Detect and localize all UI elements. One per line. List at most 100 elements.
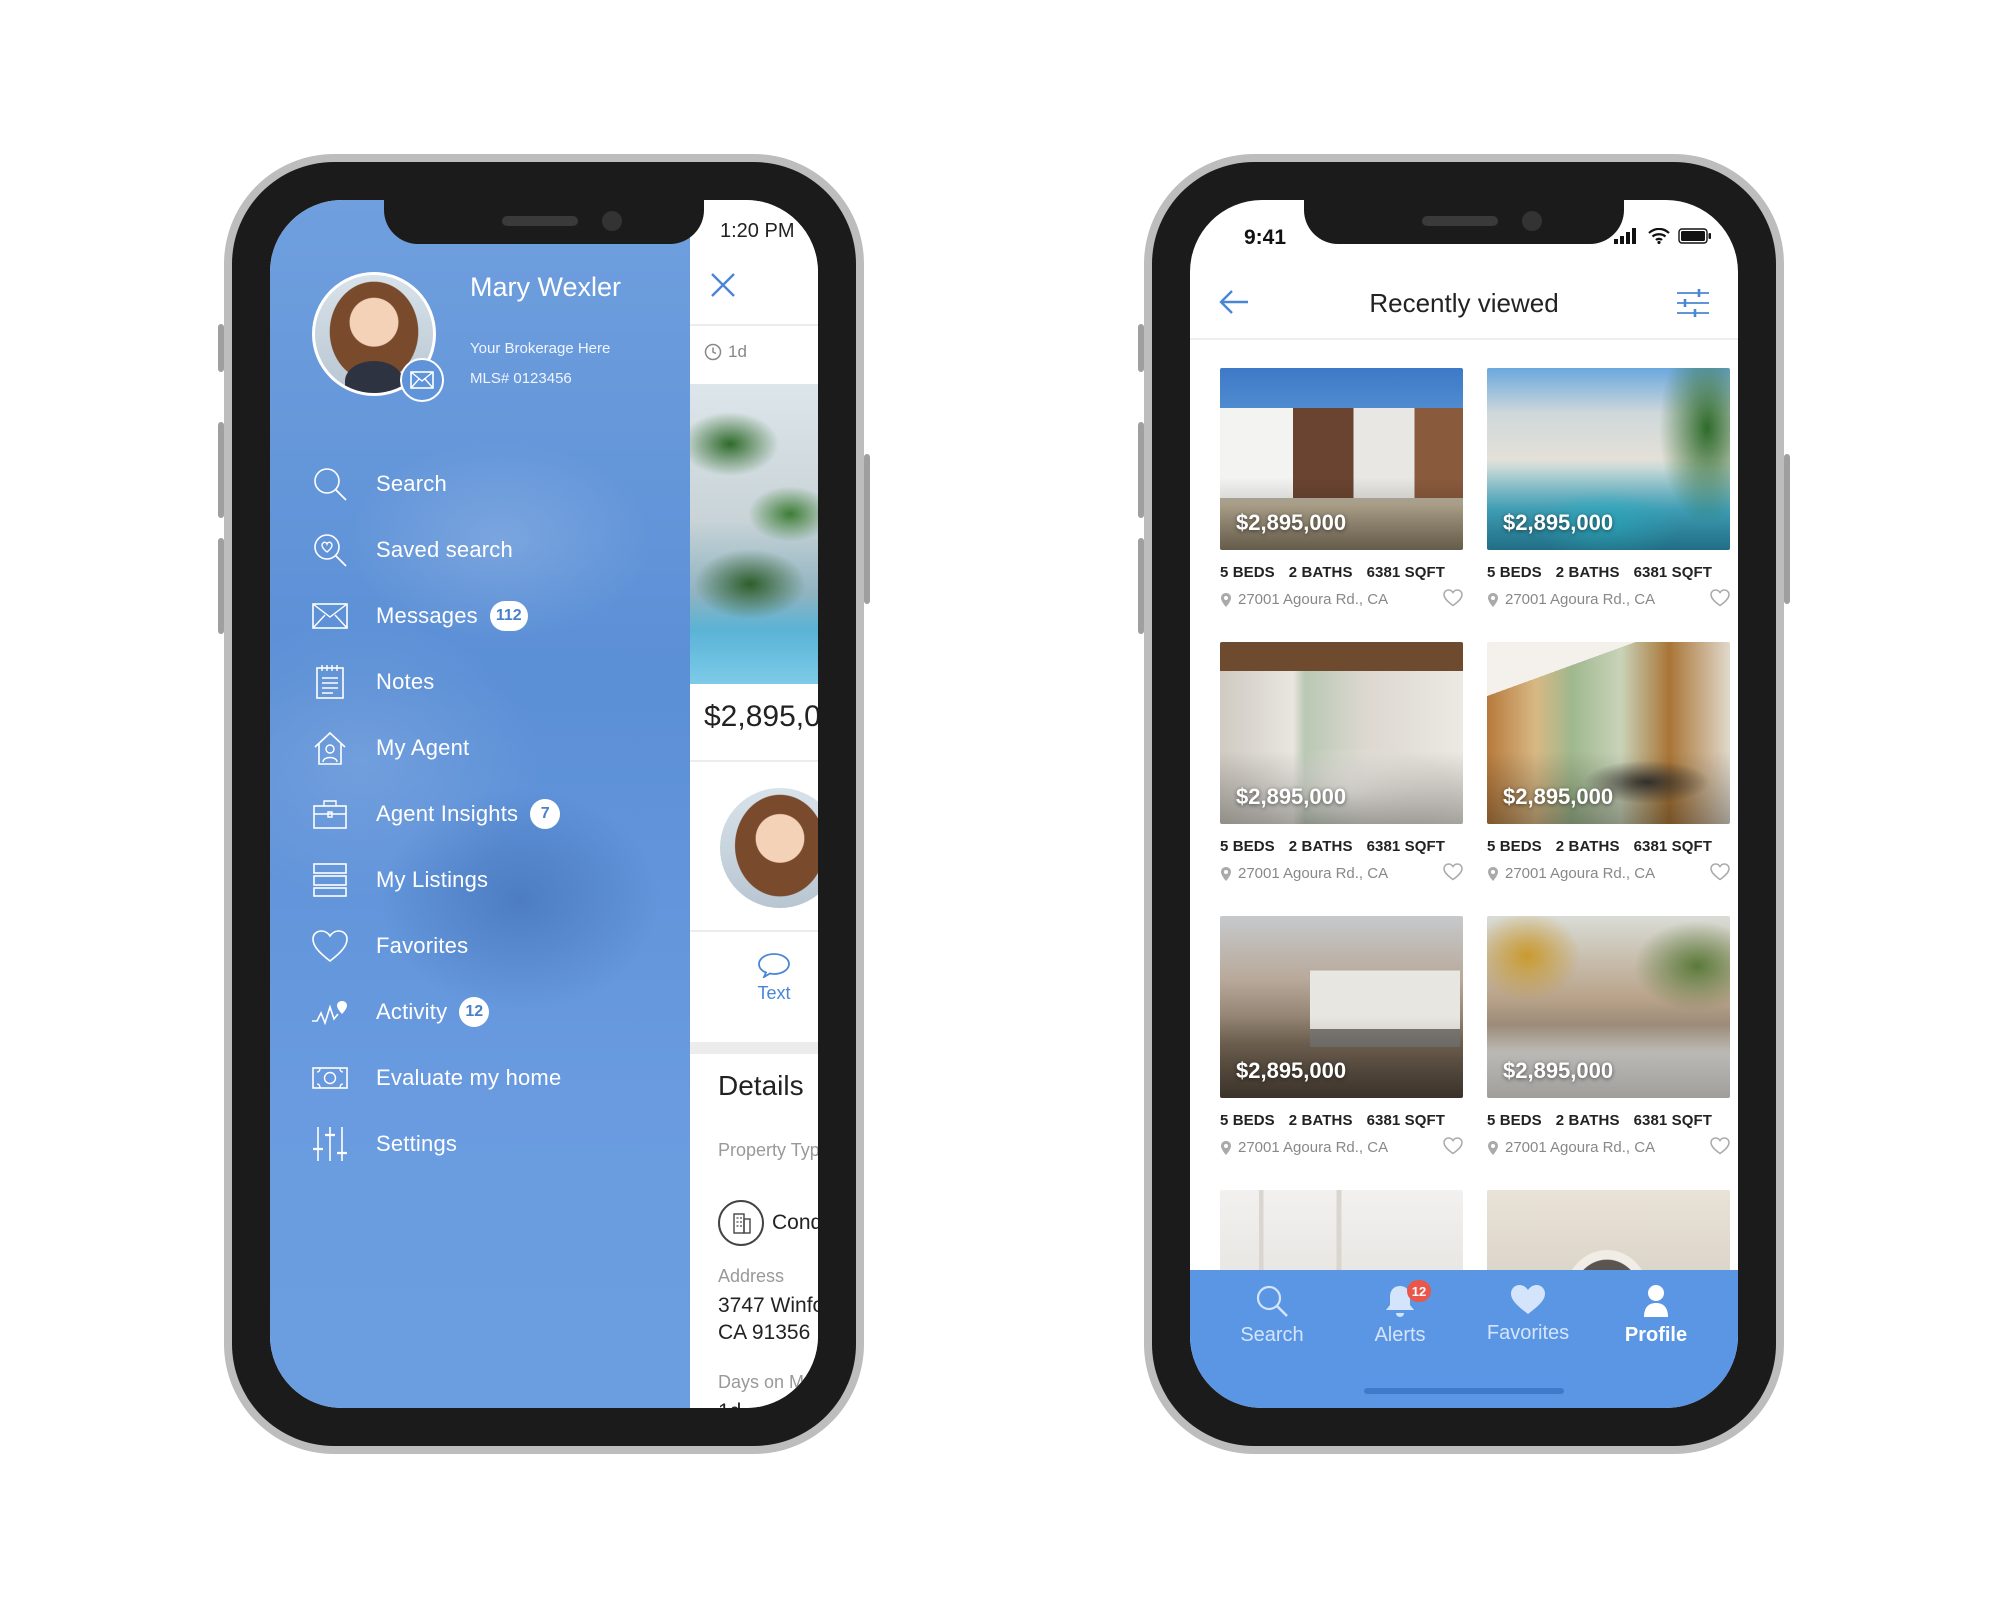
saved-search-icon [310, 530, 350, 570]
agent-insights-count-badge: 7 [530, 799, 561, 829]
close-icon[interactable] [708, 270, 738, 305]
menu-item-saved-search[interactable]: Saved search [310, 524, 680, 576]
navigation-drawer: Mary Wexler Your Brokerage Here MLS# 012… [270, 200, 690, 1408]
location-pin-icon [1221, 592, 1231, 607]
search-icon [310, 464, 350, 504]
listing-address: 27001 Agoura Rd., CA [1487, 863, 1730, 882]
listing-card[interactable]: $2,895,000 5 BEDS 2 BATHS 6381 SQFT 27001 … [1220, 916, 1463, 1156]
favorite-heart-icon[interactable] [1710, 863, 1730, 881]
address-text: 27001 Agoura Rd., CA [1505, 1139, 1656, 1156]
address-text: 27001 Agoura Rd., CA [1238, 865, 1389, 882]
favorite-heart-icon[interactable] [1710, 1137, 1730, 1155]
text-agent-button[interactable]: Text [744, 952, 804, 1004]
divider [1190, 338, 1738, 340]
listing-card[interactable]: $2,895,000 5 BEDS 2 BATHS 6381 SQFT 27001 … [1487, 368, 1730, 608]
listing-photo[interactable]: $2,895,000 [1487, 368, 1730, 550]
listing-card[interactable]: $2,895,000 5 BEDS 2 BATHS 6381 SQFT 27001 … [1220, 368, 1463, 608]
favorite-heart-icon[interactable] [1710, 589, 1730, 607]
menu-item-agent-insights[interactable]: Agent Insights 7 [310, 788, 680, 840]
beds: 5 BEDS [1220, 564, 1275, 581]
menu-item-evaluate-home[interactable]: Evaluate my home [310, 1052, 680, 1104]
signal-icon [1614, 228, 1636, 244]
power-button [864, 454, 870, 604]
sqft: 6381 SQFT [1633, 838, 1712, 855]
menu-item-favorites[interactable]: Favorites [310, 920, 680, 972]
favorite-heart-icon[interactable] [1443, 1137, 1463, 1155]
listing-photo[interactable]: $2,895,000 [1487, 642, 1730, 824]
volume-up-button [1138, 422, 1144, 518]
menu-item-search[interactable]: Search [310, 458, 680, 510]
menu-label: Settings [376, 1131, 458, 1156]
listing-photo[interactable]: $2,895,000 [1220, 642, 1463, 824]
activity-icon [310, 992, 350, 1032]
phone-right: 9:41 Recently viewed $2,895,000 5 BEDS 2… [1138, 154, 1790, 1454]
page-title: Recently viewed [1369, 287, 1559, 318]
listing-specs: 5 BEDS 2 BATHS 6381 SQFT [1487, 564, 1730, 581]
listing-photo[interactable]: $2,895,000 [1220, 368, 1463, 550]
status-time: 9:41 [1244, 226, 1287, 249]
briefcase-icon [310, 794, 350, 834]
back-arrow-icon[interactable] [1218, 288, 1250, 321]
menu-label: My Listings [376, 867, 489, 892]
location-pin-icon [1488, 866, 1498, 881]
listing-address: 27001 Agoura Rd., CA [1487, 589, 1730, 608]
address-text: 27001 Agoura Rd., CA [1238, 1139, 1389, 1156]
listing-specs: 5 BEDS 2 BATHS 6381 SQFT [1487, 1112, 1730, 1129]
location-pin-icon [1488, 592, 1498, 607]
profile-avatar-wrap[interactable] [312, 272, 444, 402]
screen: 9:41 Recently viewed $2,895,000 5 BEDS 2… [1190, 200, 1738, 1408]
menu-item-my-agent[interactable]: My Agent [310, 722, 680, 774]
favorite-heart-icon[interactable] [1443, 863, 1463, 881]
menu-item-activity[interactable]: Activity 12 [310, 986, 680, 1038]
menu-item-notes[interactable]: Notes [310, 656, 680, 708]
agent-house-icon [310, 728, 350, 768]
listing-price: $2,895,000 [1236, 784, 1347, 809]
heart-icon [1511, 1285, 1545, 1314]
heart-icon [310, 926, 350, 966]
days-on-market-label: Days on Mark [718, 1372, 818, 1392]
address-text: 27001 Agoura Rd., CA [1505, 865, 1656, 882]
divider [690, 324, 818, 326]
listing-photo[interactable]: $2,895,000 [1220, 916, 1463, 1098]
location-pin-icon [1221, 866, 1231, 881]
divider [690, 760, 818, 762]
sliders-icon [310, 1124, 350, 1164]
menu-item-messages[interactable]: Messages 112 [310, 590, 680, 642]
details-heading: Details [718, 1070, 804, 1101]
profile-mls: MLS# 0123456 [470, 370, 572, 387]
status-time: 1:20 PM [720, 220, 795, 242]
listing-card[interactable]: $2,895,000 5 BEDS 2 BATHS 6381 SQFT 27001 … [1487, 642, 1730, 882]
envelope-icon[interactable] [400, 358, 444, 402]
volume-down-button [1138, 538, 1144, 634]
listing-card[interactable]: $2,895,000 5 BEDS 2 BATHS 6381 SQFT 27001 … [1220, 642, 1463, 882]
tab-label: Favorites [1486, 1322, 1570, 1344]
divider [690, 930, 818, 932]
beds: 5 BEDS [1220, 838, 1275, 855]
menu-label: Agent Insights [376, 801, 519, 826]
listing-photo[interactable]: $2,895,000 [1487, 916, 1730, 1098]
menu-label: Notes [376, 669, 435, 694]
listing-price: $2,895,000 [1503, 510, 1614, 535]
clock-icon [704, 343, 722, 361]
menu-item-settings[interactable]: Settings [310, 1118, 680, 1170]
alerts-count-badge: 12 [1407, 1280, 1431, 1302]
favorite-heart-icon[interactable] [1443, 589, 1463, 607]
home-indicator[interactable] [1364, 1388, 1564, 1394]
listing-card[interactable]: $2,895,000 5 BEDS 2 BATHS 6381 SQFT 27001 … [1487, 916, 1730, 1156]
money-icon [310, 1058, 350, 1098]
tab-profile[interactable]: Profile [1601, 1270, 1711, 1408]
baths: 2 BATHS [1288, 564, 1353, 581]
filter-icon[interactable] [1676, 288, 1710, 323]
beds: 5 BEDS [1487, 838, 1542, 855]
bezel: 9:41 Recently viewed $2,895,000 5 BEDS 2… [1152, 162, 1776, 1446]
text-agent-label: Text [757, 983, 791, 1003]
tab-search[interactable]: Search [1217, 1270, 1327, 1408]
listing-price: $2,895,000 [1236, 510, 1347, 535]
listing-photo[interactable] [690, 384, 818, 684]
beds: 5 BEDS [1487, 564, 1542, 581]
menu-label: Search [376, 471, 447, 496]
agent-avatar[interactable] [720, 788, 818, 908]
menu-item-my-listings[interactable]: My Listings [310, 854, 680, 906]
menu-label: Activity [376, 999, 448, 1024]
chat-bubble-icon [758, 953, 790, 980]
